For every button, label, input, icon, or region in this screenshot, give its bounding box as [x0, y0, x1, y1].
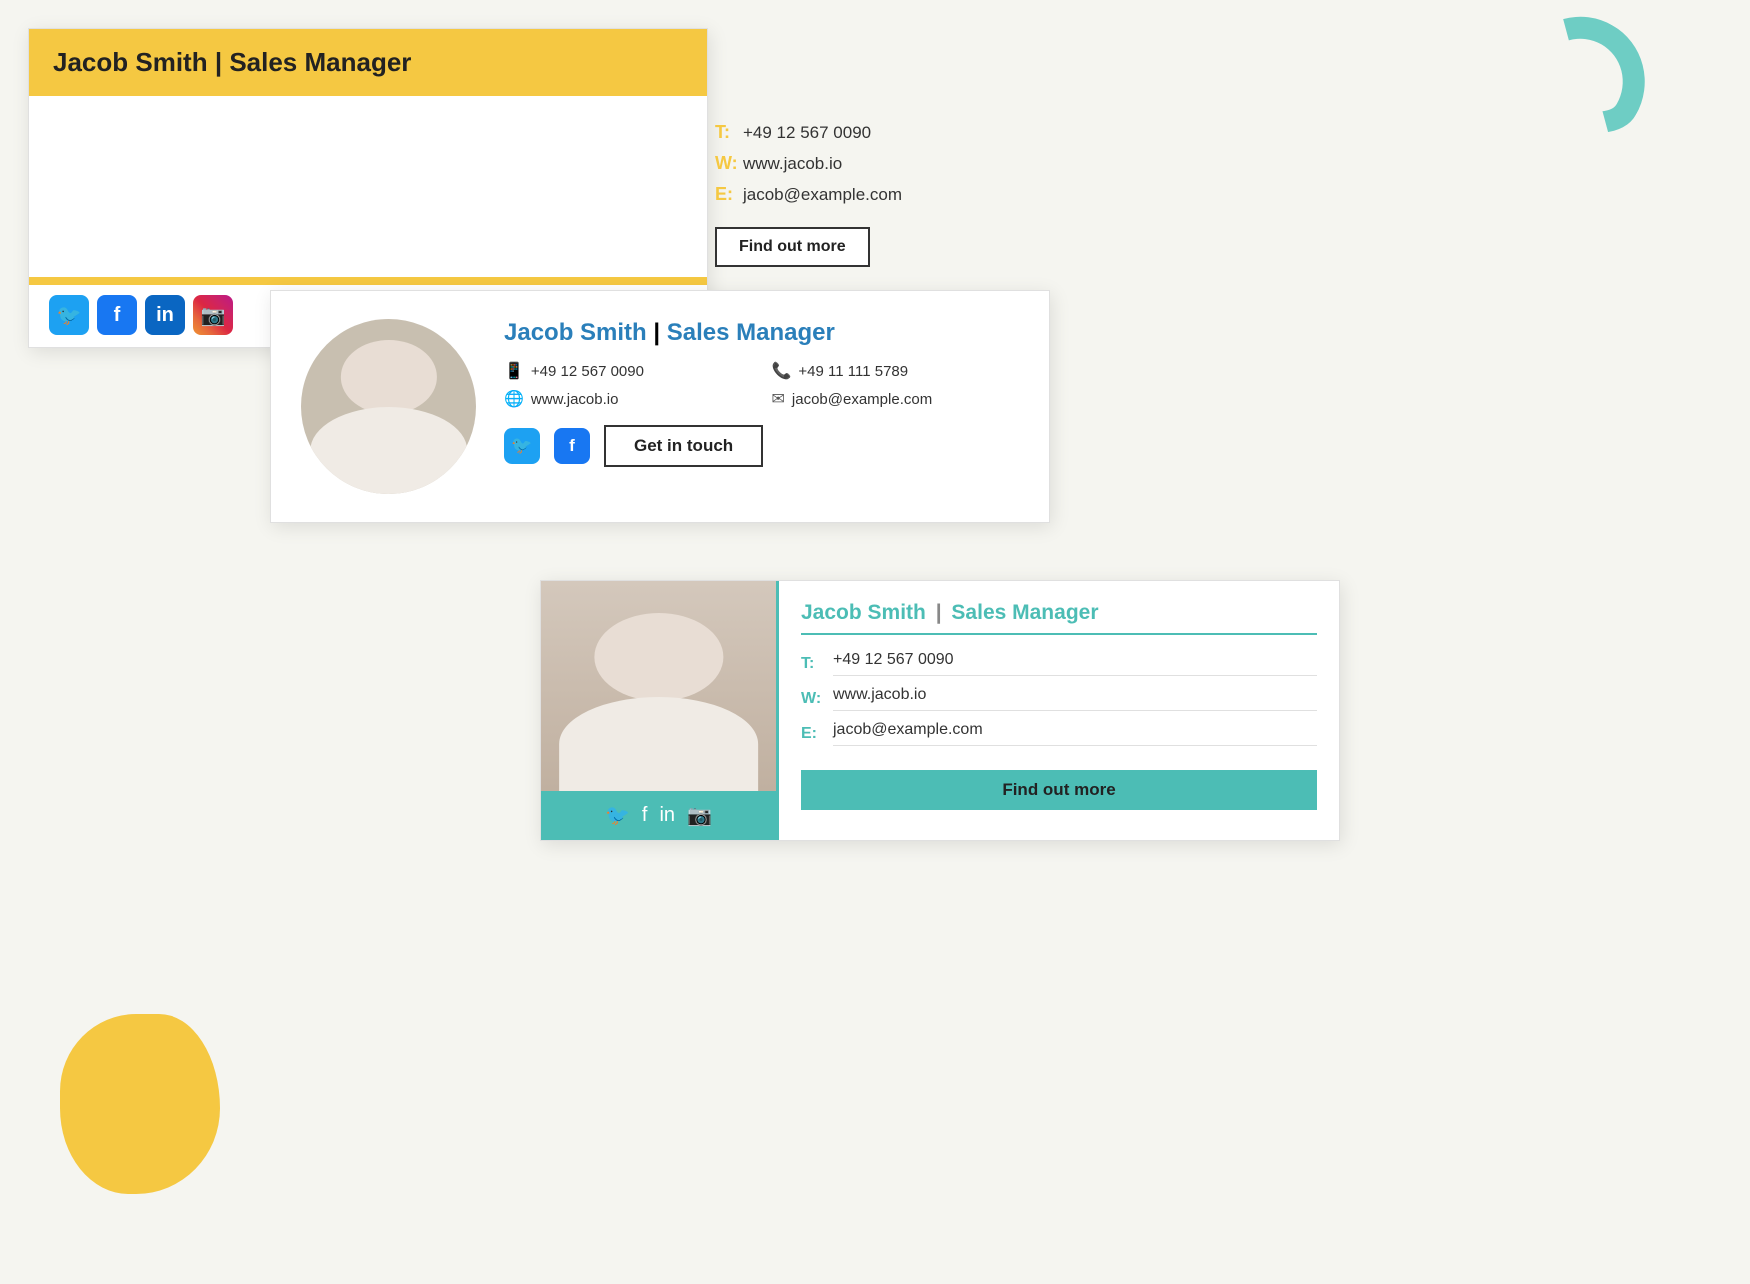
card3-instagram-icon[interactable]: 📷	[687, 803, 712, 828]
card3-name: Jacob Smith	[801, 601, 926, 624]
card1-footer-bar	[29, 277, 707, 285]
card2-bottom: 🐦 f Get in touch	[504, 425, 1019, 467]
card1-email-value: jacob@example.com	[743, 185, 902, 205]
email-icon: ✉	[772, 389, 785, 409]
card2-photo-wrap	[301, 319, 476, 494]
card2-website-row: 🌐 www.jacob.io	[504, 389, 752, 409]
card3-content: Jacob Smith | Sales Manager T: +49 12 56…	[776, 581, 1339, 840]
card3-phone-row: T: +49 12 567 0090	[801, 651, 1317, 676]
teal-arc-decoration	[1501, 0, 1669, 153]
card3-phone-label: T:	[801, 655, 833, 673]
card2-phone-value: +49 11 111 5789	[798, 363, 908, 380]
card3-email-label: E:	[801, 725, 833, 743]
card1-website-label: W:	[715, 153, 743, 174]
card1-cta-button[interactable]: Find out more	[715, 227, 870, 267]
card1-website-value: www.jacob.io	[743, 154, 842, 174]
card2-name: Jacob Smith	[504, 319, 647, 346]
card2-website-value: www.jacob.io	[531, 391, 619, 408]
instagram-icon[interactable]: 📷	[193, 295, 233, 335]
card3-website-row: W: www.jacob.io	[801, 686, 1317, 711]
card2-mobile-value: +49 12 567 0090	[531, 363, 644, 380]
card2-mobile-row: 📱 +49 12 567 0090	[504, 361, 752, 381]
card2-signature: Jacob Smith | Sales Manager 📱 +49 12 567…	[270, 290, 1050, 523]
card3-email-value: jacob@example.com	[833, 721, 1317, 746]
card3-avatar	[541, 581, 776, 791]
facebook-icon[interactable]: f	[97, 295, 137, 335]
card3-email-row: E: jacob@example.com	[801, 721, 1317, 746]
card2-separator: |	[647, 319, 667, 346]
card2-content: Jacob Smith | Sales Manager 📱 +49 12 567…	[504, 319, 1019, 467]
card2-email-value: jacob@example.com	[792, 391, 932, 408]
card2-phone-row: 📞 +49 11 111 5789	[772, 361, 1020, 381]
card3-title: Jacob Smith | Sales Manager	[801, 601, 1317, 635]
card2-facebook-icon[interactable]: f	[554, 428, 590, 464]
card1-header: Jacob Smith | Sales Manager	[29, 29, 707, 96]
linkedin-icon[interactable]: in	[145, 295, 185, 335]
card1-website-row: W: www.jacob.io	[715, 153, 902, 174]
mobile-icon: 📱	[504, 361, 524, 381]
card3-separator: |	[930, 601, 948, 624]
card2-inner: Jacob Smith | Sales Manager 📱 +49 12 567…	[301, 319, 1019, 494]
card3-signature: 🐦 f in 📷 Jacob Smith | Sales Manager T: …	[540, 580, 1340, 841]
card1-email-row: E: jacob@example.com	[715, 184, 902, 205]
card3-website-value: www.jacob.io	[833, 686, 1317, 711]
card3-cta-button[interactable]: Find out more	[801, 770, 1317, 810]
card3-phone-value: +49 12 567 0090	[833, 651, 1317, 676]
card3-website-label: W:	[801, 690, 833, 708]
twitter-icon[interactable]: 🐦	[49, 295, 89, 335]
card3-social-bar: 🐦 f in 📷	[541, 791, 776, 840]
card2-cta-button[interactable]: Get in touch	[604, 425, 763, 467]
card1-contact-info: T: +49 12 567 0090 W: www.jacob.io E: ja…	[715, 114, 902, 267]
card2-role: Sales Manager	[667, 319, 835, 346]
card2-email-row: ✉ jacob@example.com	[772, 389, 1020, 409]
card1-phone-row: T: +49 12 567 0090	[715, 122, 902, 143]
card1-body: T: +49 12 567 0090 W: www.jacob.io E: ja…	[29, 96, 707, 277]
card3-photo-col: 🐦 f in 📷	[541, 581, 776, 840]
card3-linkedin-icon[interactable]: in	[659, 804, 675, 827]
card2-title: Jacob Smith | Sales Manager	[504, 319, 1019, 347]
card2-avatar	[301, 319, 476, 494]
card1-phone-value: +49 12 567 0090	[743, 123, 871, 143]
card1-phone-label: T:	[715, 122, 743, 143]
card1-email-label: E:	[715, 184, 743, 205]
card3-twitter-icon[interactable]: 🐦	[605, 803, 630, 828]
card3-role: Sales Manager	[951, 601, 1098, 624]
yellow-blob-decoration	[60, 1014, 220, 1194]
card3-facebook-icon[interactable]: f	[642, 804, 648, 827]
card2-twitter-icon[interactable]: 🐦	[504, 428, 540, 464]
card2-contact-grid: 📱 +49 12 567 0090 📞 +49 11 111 5789 🌐 ww…	[504, 361, 1019, 409]
globe-icon: 🌐	[504, 389, 524, 409]
phone-icon: 📞	[772, 361, 792, 381]
card2-person-photo	[301, 319, 476, 494]
card1-title: Jacob Smith | Sales Manager	[53, 47, 411, 77]
